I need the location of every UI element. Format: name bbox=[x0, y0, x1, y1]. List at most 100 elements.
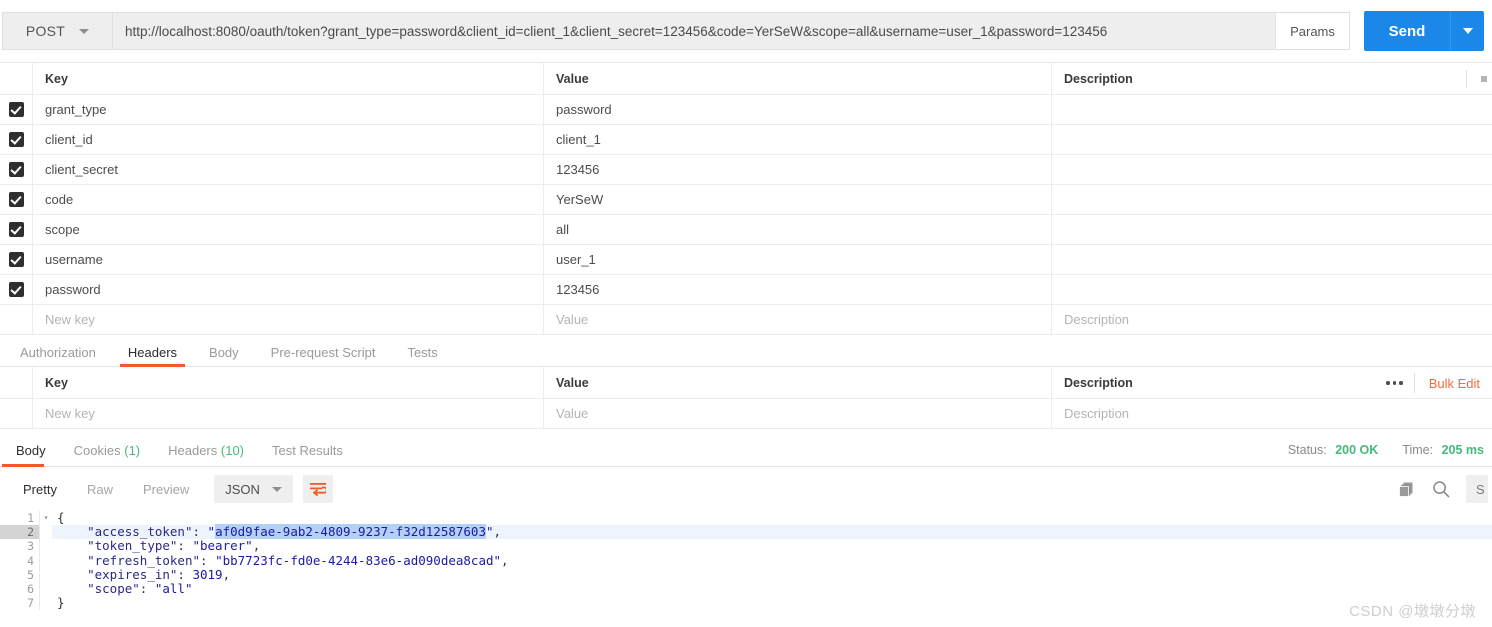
table-row[interactable]: client_id client_1 bbox=[0, 125, 1492, 155]
format-preview[interactable]: Preview bbox=[128, 476, 204, 502]
param-key-input[interactable]: code bbox=[33, 185, 544, 214]
tab-authorization[interactable]: Authorization bbox=[4, 346, 112, 366]
response-actions: S bbox=[1399, 475, 1488, 503]
headers-header-key: Key bbox=[33, 367, 544, 398]
placeholder-text: New key bbox=[45, 406, 95, 421]
param-enabled-checkbox-cell[interactable] bbox=[0, 185, 33, 214]
code-line: 1 ▾ { bbox=[0, 511, 1492, 526]
word-wrap-button[interactable] bbox=[302, 475, 333, 503]
params-new-row[interactable]: New key Value Description bbox=[0, 305, 1492, 335]
response-tab-cookies[interactable]: Cookies (1) bbox=[60, 444, 154, 466]
headers-new-row[interactable]: New key Value Description bbox=[0, 399, 1492, 429]
table-row[interactable]: password 123456 bbox=[0, 275, 1492, 305]
table-row[interactable]: code YerSeW bbox=[0, 185, 1492, 215]
format-raw[interactable]: Raw bbox=[72, 476, 128, 502]
params-button[interactable]: Params bbox=[1276, 12, 1350, 50]
line-number: 3 bbox=[0, 539, 40, 554]
param-description-input[interactable] bbox=[1052, 95, 1492, 124]
more-options-icon[interactable] bbox=[1376, 381, 1414, 385]
params-new-value-input[interactable]: Value bbox=[544, 305, 1052, 334]
response-tab-test-results[interactable]: Test Results bbox=[258, 444, 357, 466]
bulk-edit-button[interactable]: Bulk Edit bbox=[1415, 376, 1492, 391]
tab-pre-request-script[interactable]: Pre-request Script bbox=[255, 346, 392, 366]
copy-button[interactable] bbox=[1399, 481, 1416, 498]
param-enabled-checkbox-cell[interactable] bbox=[0, 125, 33, 154]
divider bbox=[1466, 70, 1467, 88]
code-text: "refresh_token": "bb7723fc-fd0e-4244-83e… bbox=[52, 553, 1492, 568]
param-key-input[interactable]: scope bbox=[33, 215, 544, 244]
save-response-button[interactable]: S bbox=[1466, 475, 1488, 503]
code-text: "expires_in": 3019, bbox=[52, 566, 1492, 582]
param-enabled-checkbox[interactable] bbox=[8, 102, 24, 117]
param-key-input[interactable]: password bbox=[33, 275, 544, 304]
more-options-icon[interactable] bbox=[1481, 76, 1487, 82]
fold-toggle-icon[interactable]: ▾ bbox=[40, 511, 52, 525]
params-header-checkbox-cell bbox=[0, 63, 33, 94]
param-value-input[interactable]: 123456 bbox=[544, 275, 1052, 304]
param-key-input[interactable]: client_id bbox=[33, 125, 544, 154]
url-input[interactable]: http://localhost:8080/oauth/token?grant_… bbox=[112, 12, 1276, 50]
param-enabled-checkbox-cell[interactable] bbox=[0, 95, 33, 124]
table-row[interactable]: client_secret 123456 bbox=[0, 155, 1492, 185]
param-enabled-checkbox-cell[interactable] bbox=[0, 245, 33, 274]
tab-headers[interactable]: Headers bbox=[112, 346, 193, 367]
response-tab-body[interactable]: Body bbox=[2, 444, 60, 467]
param-enabled-checkbox-cell[interactable] bbox=[0, 275, 33, 304]
word-wrap-icon bbox=[309, 483, 326, 496]
param-value-input[interactable]: all bbox=[544, 215, 1052, 244]
param-description-input[interactable] bbox=[1052, 125, 1492, 154]
headers-new-key-input[interactable]: New key bbox=[33, 399, 544, 428]
param-key-input[interactable]: client_secret bbox=[33, 155, 544, 184]
search-button[interactable] bbox=[1432, 480, 1450, 498]
param-enabled-checkbox[interactable] bbox=[8, 252, 24, 267]
format-pretty[interactable]: Pretty bbox=[8, 476, 72, 502]
param-value-input[interactable]: client_1 bbox=[544, 125, 1052, 154]
table-row[interactable]: username user_1 bbox=[0, 245, 1492, 275]
params-new-description-input[interactable]: Description bbox=[1052, 305, 1492, 334]
headers-new-value-input[interactable]: Value bbox=[544, 399, 1052, 428]
param-enabled-checkbox[interactable] bbox=[8, 222, 24, 237]
params-header-actions[interactable] bbox=[1466, 63, 1492, 95]
tab-tests[interactable]: Tests bbox=[391, 346, 453, 366]
http-method-label: POST bbox=[25, 23, 66, 39]
response-time: Time: 205 ms bbox=[1402, 443, 1484, 457]
param-description-input[interactable] bbox=[1052, 155, 1492, 184]
param-description-input[interactable] bbox=[1052, 215, 1492, 244]
param-description-input[interactable] bbox=[1052, 245, 1492, 274]
response-body-code[interactable]: 1 ▾ {2 "access_token": "af0d9fae-9ab2-4809… bbox=[0, 511, 1492, 621]
param-enabled-checkbox[interactable] bbox=[8, 162, 24, 177]
param-value-input[interactable]: password bbox=[544, 95, 1052, 124]
params-new-key-input[interactable]: New key bbox=[33, 305, 544, 334]
param-enabled-checkbox[interactable] bbox=[8, 282, 24, 297]
param-description-input[interactable] bbox=[1052, 185, 1492, 214]
tab-label: Test Results bbox=[272, 443, 343, 458]
param-value-input[interactable]: 123456 bbox=[544, 155, 1052, 184]
tab-body[interactable]: Body bbox=[193, 346, 255, 366]
param-value-input[interactable]: YerSeW bbox=[544, 185, 1052, 214]
http-method-selector[interactable]: POST bbox=[2, 12, 112, 50]
param-enabled-checkbox-cell[interactable] bbox=[0, 155, 33, 184]
table-row[interactable]: scope all bbox=[0, 215, 1492, 245]
language-selector[interactable]: JSON bbox=[214, 475, 293, 503]
code-text: "access_token": "af0d9fae-9ab2-4809-9237… bbox=[52, 524, 1492, 540]
code-token: , bbox=[222, 566, 231, 582]
tab-label: Headers bbox=[168, 443, 218, 458]
param-key-input[interactable]: username bbox=[33, 245, 544, 274]
search-icon bbox=[1433, 481, 1450, 498]
send-options-button[interactable] bbox=[1450, 11, 1484, 51]
send-button[interactable]: Send bbox=[1364, 11, 1450, 51]
chevron-down-icon bbox=[1462, 28, 1473, 34]
param-description-input[interactable] bbox=[1052, 275, 1492, 304]
param-enabled-checkbox[interactable] bbox=[8, 132, 24, 147]
param-enabled-checkbox-cell[interactable] bbox=[0, 215, 33, 244]
param-key-input[interactable]: grant_type bbox=[33, 95, 544, 124]
code-text: { bbox=[52, 511, 1492, 525]
headers-new-description-input[interactable]: Description bbox=[1052, 399, 1492, 428]
response-tab-headers[interactable]: Headers (10) bbox=[154, 444, 258, 466]
table-row[interactable]: grant_type password bbox=[0, 95, 1492, 125]
param-value-input[interactable]: user_1 bbox=[544, 245, 1052, 274]
param-enabled-checkbox[interactable] bbox=[8, 192, 24, 207]
